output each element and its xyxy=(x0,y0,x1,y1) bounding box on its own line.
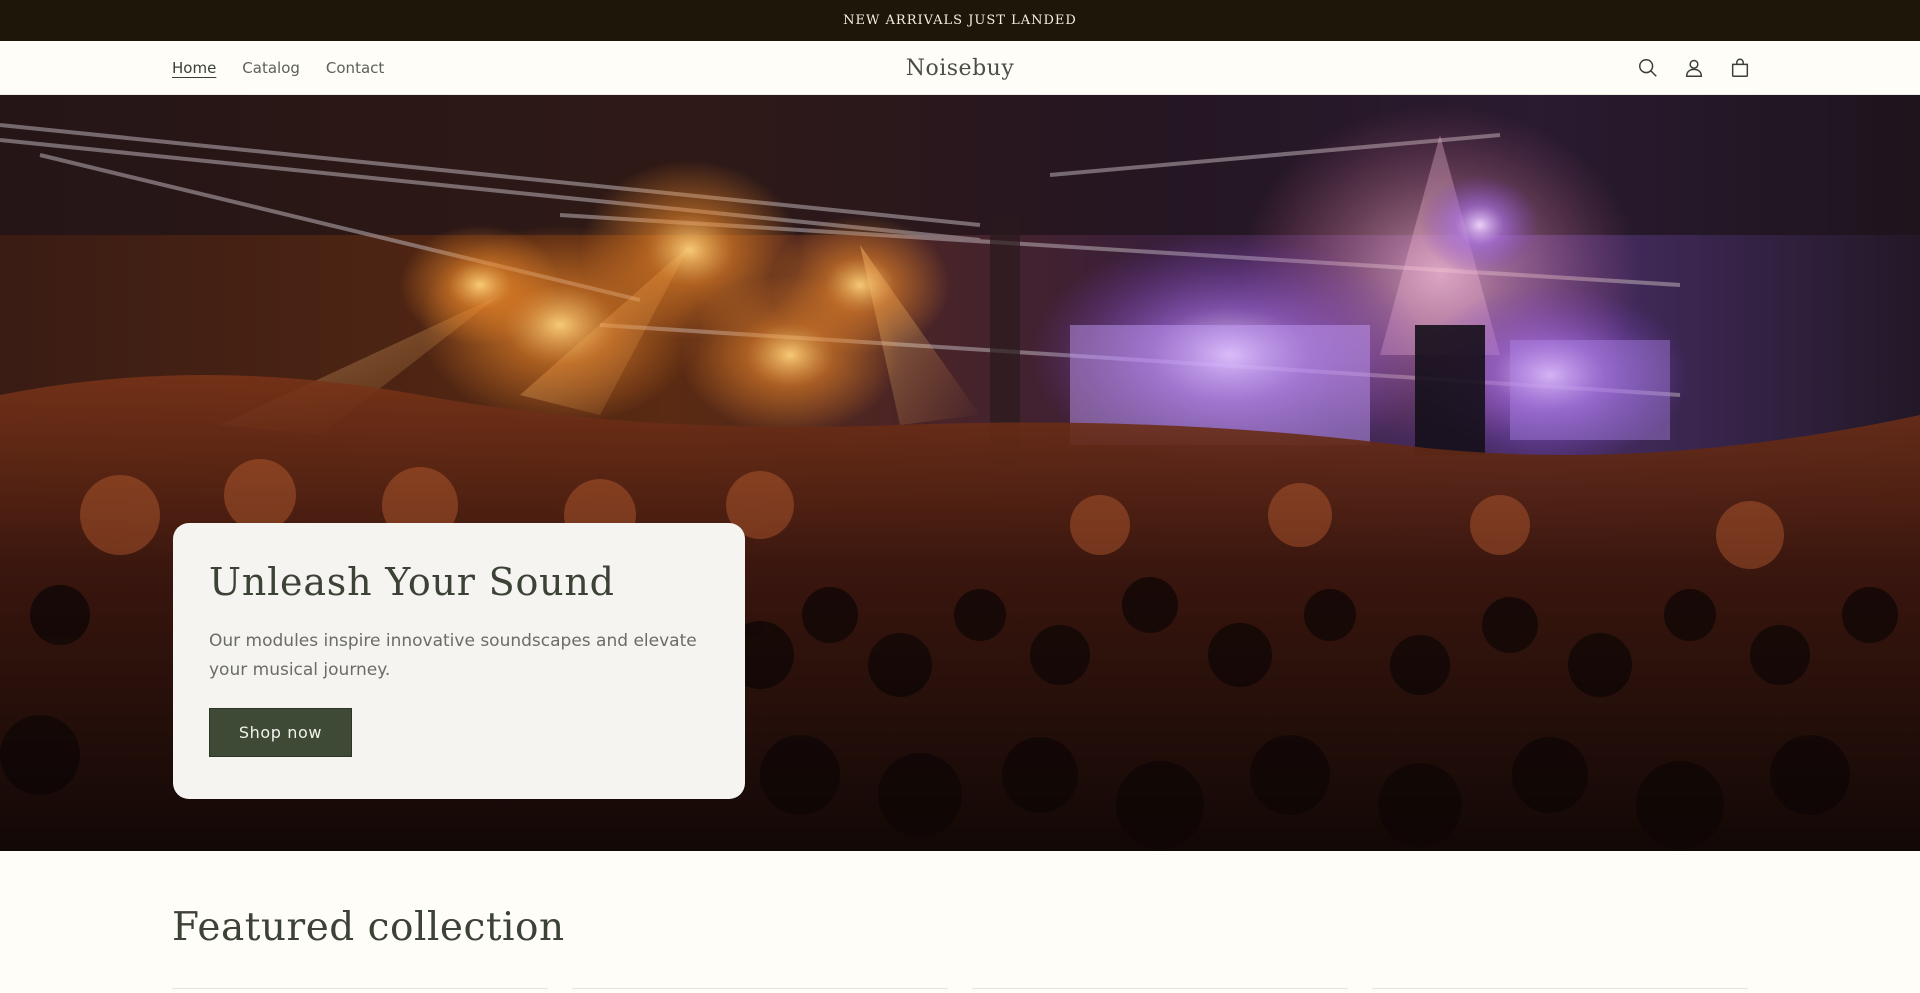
search-icon[interactable] xyxy=(1636,56,1660,80)
product-card[interactable] xyxy=(572,988,948,993)
nav-home[interactable]: Home xyxy=(172,59,216,77)
product-cards-edge xyxy=(172,988,1748,993)
hero-banner: Unleash Your Sound Our modules inspire i… xyxy=(0,95,1920,851)
shop-now-button[interactable]: Shop now xyxy=(209,707,352,757)
hero-title: Unleash Your Sound xyxy=(209,560,615,604)
header-icons xyxy=(1636,41,1752,95)
site-header: Home Catalog Contact Noisebuy xyxy=(0,41,1920,95)
hero-card: Unleash Your Sound Our modules inspire i… xyxy=(173,523,745,799)
hero-description: Our modules inspire innovative soundscap… xyxy=(209,630,697,680)
announcement-bar: NEW ARRIVALS JUST LANDED xyxy=(0,0,1920,41)
cart-icon[interactable] xyxy=(1728,56,1752,80)
product-card[interactable] xyxy=(1372,988,1748,993)
nav-contact[interactable]: Contact xyxy=(326,59,384,77)
announcement-text: NEW ARRIVALS JUST LANDED xyxy=(843,13,1077,28)
nav-catalog[interactable]: Catalog xyxy=(242,59,300,77)
product-card[interactable] xyxy=(172,988,548,993)
featured-collection-heading: Featured collection xyxy=(172,905,565,950)
product-card[interactable] xyxy=(972,988,1348,993)
account-icon[interactable] xyxy=(1682,56,1706,80)
main-nav: Home Catalog Contact xyxy=(172,41,384,95)
